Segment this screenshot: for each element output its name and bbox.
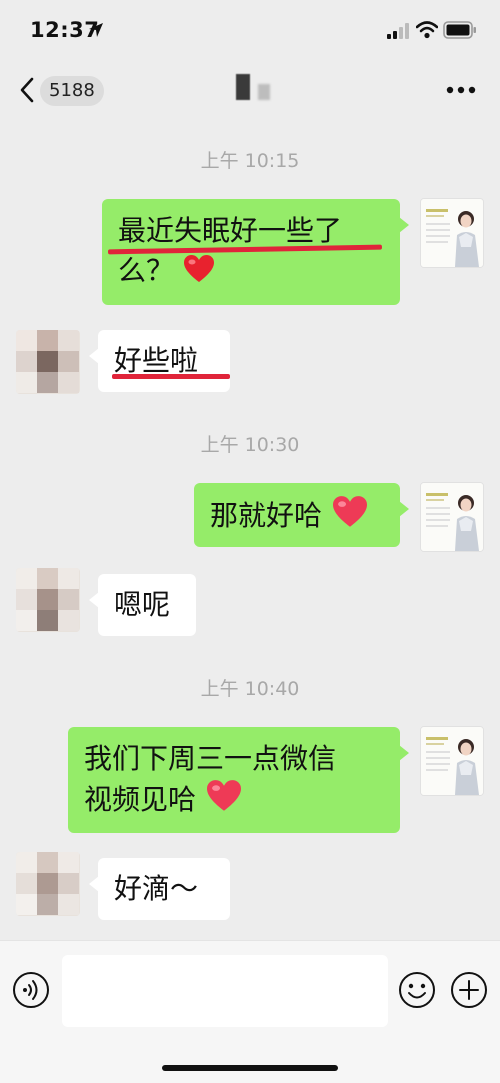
self-avatar[interactable] [420,482,484,552]
contact-avatar[interactable] [16,568,80,632]
emoji-icon[interactable] [398,971,436,1009]
red-heart-emoji-icon [183,255,214,282]
message-input[interactable] [62,955,388,1027]
self-avatar[interactable] [420,198,484,268]
voice-icon[interactable] [12,971,50,1009]
plus-icon[interactable] [450,971,488,1009]
home-indicator [162,1065,338,1071]
message-text: 那就好哈 [210,499,323,532]
message-text: 好些啦 [114,344,199,377]
battery-icon [443,21,476,39]
received-message-bubble[interactable]: 好些啦 [89,330,230,392]
message-text-line-2-wrap: 么？ [118,251,384,291]
message-text-line: 视频见哈 [84,783,197,816]
heart-emoji-icon [206,780,241,811]
message-text: 嗯呢 [114,588,171,621]
chat-header: 5188 [0,62,500,118]
contact-avatar[interactable] [16,330,80,394]
message-text: 好滴～ [114,872,199,905]
message-timestamp: 上午 10:40 [200,678,300,700]
self-avatar-image [421,483,483,551]
message-text-line: 我们下周三一点微信 [84,742,337,775]
contact-avatar[interactable] [16,852,80,916]
sent-message-bubble[interactable]: 那就好哈 [194,483,409,547]
message-timestamp: 上午 10:15 [200,150,300,172]
self-avatar[interactable] [420,726,484,796]
self-avatar-image [421,199,483,267]
message-text-line: 么？ [118,254,175,287]
more-dots-icon[interactable] [444,80,478,100]
self-avatar-image [421,727,483,795]
status-bar: 12:37 [0,0,500,62]
chevron-left-icon[interactable] [18,76,36,104]
sent-message-bubble[interactable]: 我们下周三一点微信 视频见哈 [68,727,409,833]
unread-count-badge[interactable]: 5188 [40,76,104,106]
received-message-bubble[interactable]: 好滴～ [89,858,230,920]
message-text-line-2-wrap: 视频见哈 [84,779,384,820]
heart-emoji-icon [332,496,367,527]
message-timestamp: 上午 10:30 [200,434,300,456]
wifi-icon [416,21,438,39]
cellular-signal-icon [387,23,409,39]
received-message-bubble[interactable]: 嗯呢 [89,574,196,636]
location-arrow-icon [89,23,103,37]
annotation-underline [112,374,230,379]
contact-name-obscured [232,72,282,104]
message-input-bar [0,940,500,1083]
